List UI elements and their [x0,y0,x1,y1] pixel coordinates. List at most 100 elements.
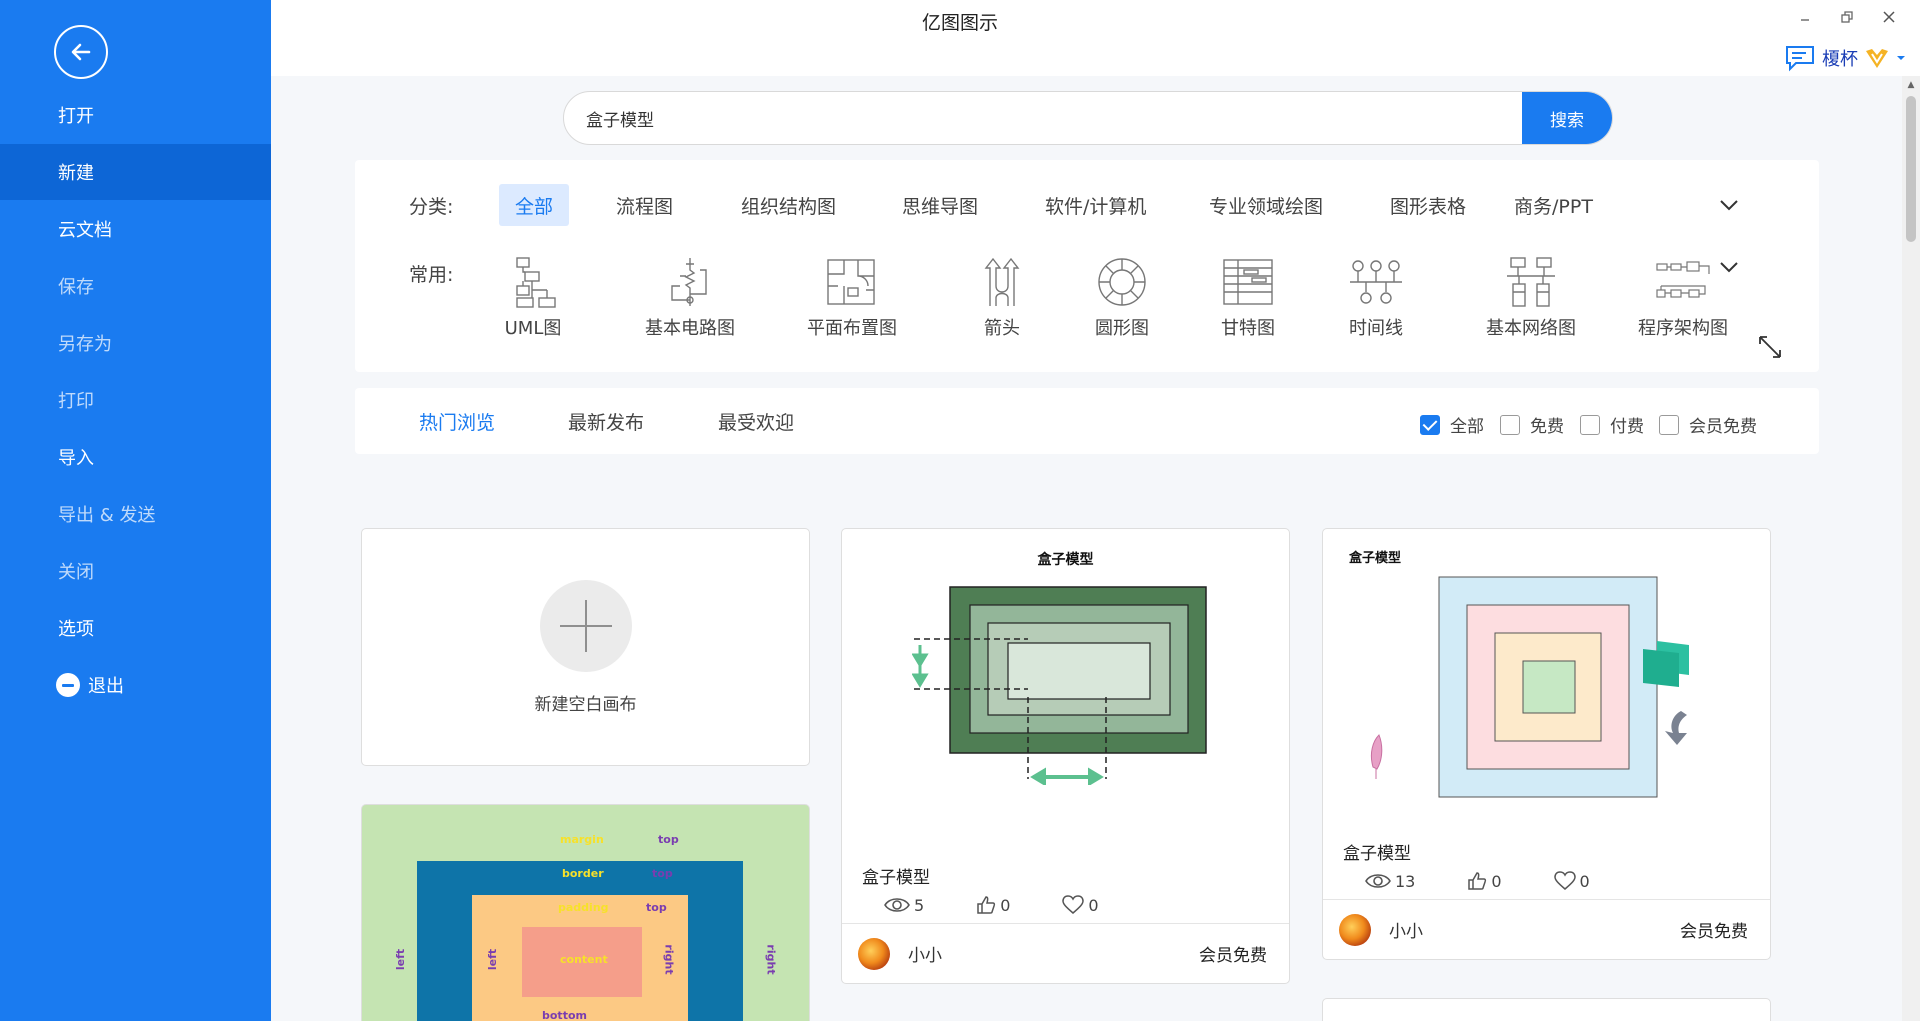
category-tab-mind-map[interactable]: 思维导图 [886,184,994,226]
filter-paid[interactable]: 付费 [1580,412,1644,437]
user-name: 榎杯 [1822,49,1858,70]
template-title: 盒子模型 [1343,844,1411,864]
category-tab-all[interactable]: 全部 [499,184,570,226]
category-label: 分类: [409,196,454,218]
sort-tab-popular[interactable]: 最受欢迎 [718,408,794,435]
close-icon [1883,11,1895,23]
template-card[interactable]: 盒子模型 盒子模型 13 0 0 小小 会员免费 [1322,528,1771,960]
filter-member-free-checkbox[interactable] [1659,414,1679,435]
user-menu[interactable]: 榎杯 [1784,44,1906,72]
arrow-icon [984,257,1020,306]
title-bar: 亿图图示 榎杯 [271,0,1920,76]
category-tab-professional[interactable]: 专业领域绘图 [1193,184,1339,226]
back-button[interactable] [54,25,108,79]
filter-member-free[interactable]: 会员免费 [1659,412,1757,437]
search-box: 搜索 [563,91,1613,145]
template-title: 盒子模型 [862,868,930,888]
chevron-down-icon[interactable] [1718,194,1740,216]
filter-free-checkbox[interactable] [1500,414,1520,435]
expand-icon[interactable] [1757,334,1783,360]
right-label: right [662,944,676,975]
eye-icon [884,898,910,912]
content-area: 搜索 分类: 全部 流程图 组织结构图 思维导图 软件/计算机 专业领域绘图 图… [271,76,1920,1021]
search-input[interactable] [564,92,1522,144]
author-name: 小小 [1389,922,1423,942]
views-stat: 5 [884,895,924,915]
common-item-network[interactable]: 基本网络图 [1486,256,1576,340]
template-card[interactable]: margin top border top padding top conten… [361,804,810,1021]
filter-all-checkbox[interactable] [1420,414,1440,435]
sidebar-item-close[interactable]: 关闭 [0,543,271,599]
common-item-architecture[interactable]: 程序架构图 [1638,256,1728,340]
uml-icon [516,257,556,308]
sidebar-item-exit[interactable]: 退出 [0,657,271,713]
favorite-button[interactable]: 0 [1553,871,1590,891]
chevron-down-icon[interactable] [1718,256,1740,278]
category-tab-flowchart[interactable]: 流程图 [600,184,689,226]
template-card[interactable]: 盒子模型 盒子模型 5 0 0 小小 会员免费 [841,528,1290,984]
eye-icon [1365,874,1391,888]
sidebar-item-cloud-docs[interactable]: 云文档 [0,201,271,257]
common-item-arrow[interactable]: 箭头 [972,256,1032,340]
margin-side-label: top [658,833,679,846]
left-label: left [394,948,408,971]
common-item-circuit[interactable]: 基本电路图 [645,256,735,340]
arrow-left-icon [71,43,91,61]
avatar [858,937,890,970]
network-icon [1507,257,1555,307]
common-label: 常用: [409,264,454,286]
template-footer: 小小 会员免费 [1323,899,1770,959]
common-item-floor-plan[interactable]: 平面布置图 [807,256,897,340]
sidebar-item-open[interactable]: 打开 [0,87,271,143]
scroll-up-icon[interactable]: ▲ [1906,80,1916,90]
exit-icon [56,673,80,697]
sidebar-item-save[interactable]: 保存 [0,258,271,314]
minimize-button[interactable] [1788,4,1822,30]
sidebar-item-new[interactable]: 新建 [0,144,271,200]
category-tab-software[interactable]: 软件/计算机 [1029,184,1162,226]
template-stats: 13 0 0 [1365,871,1590,891]
gantt-icon [1223,259,1273,305]
category-tab-org-chart[interactable]: 组织结构图 [725,184,852,226]
like-button[interactable]: 0 [1467,871,1502,891]
like-button[interactable]: 0 [976,895,1010,915]
filter-free[interactable]: 免费 [1500,412,1564,437]
thumbs-up-icon [1468,872,1487,890]
avatar [1339,913,1371,946]
architecture-icon [1656,261,1710,298]
heart-icon [1553,871,1576,890]
padding-side-label: top [646,901,667,914]
caret-down-icon [1897,56,1905,60]
template-card[interactable] [1322,998,1771,1021]
restore-button[interactable] [1830,4,1864,30]
box-model-preview [912,586,1207,785]
favorite-button[interactable]: 0 [1062,895,1099,915]
filter-paid-checkbox[interactable] [1580,414,1600,435]
sidebar-item-import[interactable]: 导入 [0,429,271,485]
search-button[interactable]: 搜索 [1522,92,1612,144]
common-item-uml[interactable]: UML图 [503,256,563,340]
filter-all[interactable]: 全部 [1420,412,1484,437]
common-item-gantt[interactable]: 甘特图 [1218,256,1278,340]
bottom-label: bottom [542,1009,587,1021]
sort-tab-newest[interactable]: 最新发布 [568,408,644,435]
heart-icon [1062,895,1085,914]
sidebar-item-options[interactable]: 选项 [0,600,271,656]
sidebar-item-export-send[interactable]: 导出 & 发送 [0,486,271,542]
new-blank-canvas-card[interactable]: 新建空白画布 [361,528,810,766]
border-label: border [562,867,604,880]
category-tab-business-ppt[interactable]: 商务/PPT [1498,184,1609,226]
circle-chart-icon [1098,258,1146,306]
sidebar-item-save-as[interactable]: 另存为 [0,315,271,371]
price-tag: 会员免费 [1199,946,1267,966]
sidebar-item-print[interactable]: 打印 [0,372,271,428]
common-item-circle-chart[interactable]: 圆形图 [1092,256,1152,340]
scrollbar-thumb[interactable] [1906,96,1916,242]
close-window-button[interactable] [1872,4,1906,30]
common-item-timeline[interactable]: 时间线 [1346,256,1406,340]
box-model-preview [1370,576,1689,798]
plus-icon [539,579,632,672]
sort-tab-hot[interactable]: 热门浏览 [419,408,495,435]
category-tab-graphic-tables[interactable]: 图形表格 [1374,184,1482,226]
views-stat: 13 [1365,871,1415,891]
